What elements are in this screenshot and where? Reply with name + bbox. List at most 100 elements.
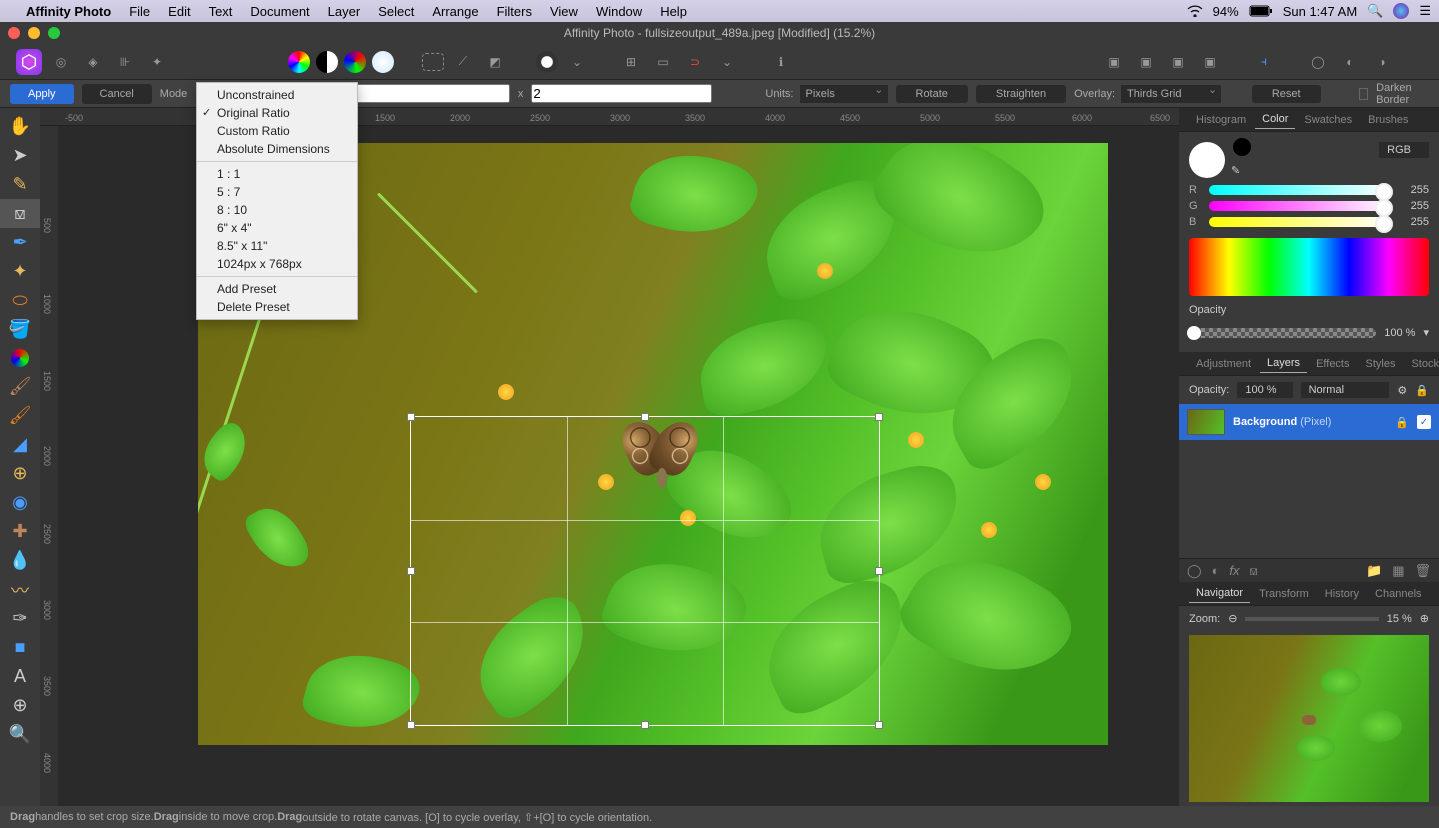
menu-select[interactable]: Select — [378, 4, 414, 19]
stamp-tool-icon[interactable]: ◉ — [0, 488, 40, 517]
pen-tool-icon[interactable]: ✑ — [0, 604, 40, 633]
menu-window[interactable]: Window — [596, 4, 642, 19]
mode-custom-ratio[interactable]: Custom Ratio — [197, 122, 357, 140]
wifi-icon[interactable] — [1187, 5, 1203, 17]
tab-navigator[interactable]: Navigator — [1189, 584, 1250, 603]
snapping-toggle-icon[interactable]: ▭ — [650, 49, 676, 75]
opacity-slider[interactable] — [1189, 328, 1376, 338]
auto-levels-icon[interactable] — [288, 51, 310, 73]
menu-layer[interactable]: Layer — [328, 4, 361, 19]
mode-original-ratio[interactable]: Original Ratio — [197, 104, 357, 122]
magnet-icon[interactable]: ⊃ — [682, 49, 708, 75]
tab-swatches[interactable]: Swatches — [1297, 111, 1359, 129]
primary-color-swatch[interactable] — [1189, 142, 1225, 178]
zoom-slider[interactable] — [1245, 617, 1378, 621]
pixel-brush-icon[interactable]: 🖌 — [0, 401, 40, 430]
text-tool-icon[interactable]: A — [0, 662, 40, 691]
tab-history[interactable]: History — [1318, 585, 1366, 603]
menu-filters[interactable]: Filters — [497, 4, 532, 19]
g-slider[interactable] — [1209, 201, 1391, 211]
assistant-icon[interactable]: ℹ — [768, 49, 794, 75]
persona-export-icon[interactable]: ✦ — [144, 49, 170, 75]
straighten-button[interactable]: Straighten — [976, 85, 1066, 103]
selection-deselect-icon[interactable]: ⟋ — [450, 49, 476, 75]
menu-file[interactable]: File — [129, 4, 150, 19]
tab-brushes[interactable]: Brushes — [1361, 111, 1415, 129]
r-slider[interactable] — [1209, 185, 1391, 195]
chevron-down-icon[interactable]: ⌄ — [564, 49, 590, 75]
selection-invert-icon[interactable]: ◩ — [482, 49, 508, 75]
paint-brush-icon[interactable]: 🖌 — [0, 372, 40, 401]
secondary-color-swatch[interactable] — [1233, 138, 1251, 156]
tab-adjustment[interactable]: Adjustment — [1189, 355, 1258, 373]
blend-mode-select[interactable]: Normal — [1301, 382, 1390, 398]
boolean-subtract-icon[interactable]: ◐ — [1337, 49, 1363, 75]
move-tool-icon[interactable]: ➤ — [0, 141, 40, 170]
traffic-lights[interactable] — [8, 27, 60, 39]
crop-tool-icon[interactable]: ⟏ — [0, 199, 40, 228]
marquee-tool-icon[interactable]: ⬭ — [0, 286, 40, 315]
chevron-down-icon[interactable]: ⌄ — [714, 49, 740, 75]
ratio-8-10[interactable]: 8 : 10 — [197, 201, 357, 219]
crop-handle-w[interactable] — [407, 567, 415, 575]
mask-icon[interactable]: ◯ — [1187, 563, 1202, 579]
quick-mask-icon[interactable] — [536, 51, 558, 73]
minimize-icon[interactable] — [28, 27, 40, 39]
smudge-tool-icon[interactable]: 〰 — [0, 575, 40, 604]
layer-row[interactable]: Background (Pixel) 🔒 ✓ — [1179, 404, 1439, 440]
tab-transform[interactable]: Transform — [1252, 585, 1316, 603]
cancel-button[interactable]: Cancel — [82, 84, 152, 104]
flood-select-icon[interactable]: ✦ — [0, 257, 40, 286]
persona-liquify-icon[interactable]: ◎ — [48, 49, 74, 75]
menu-view[interactable]: View — [550, 4, 578, 19]
ratio-1024x768[interactable]: 1024px x 768px — [197, 255, 357, 273]
auto-contrast-icon[interactable] — [316, 51, 338, 73]
crop-handle-s[interactable] — [641, 721, 649, 729]
mesh-tool-icon[interactable]: ⊕ — [0, 691, 40, 720]
layer-opacity-input[interactable]: 100 % — [1237, 382, 1292, 398]
menu-extras-icon[interactable]: ☰ — [1419, 3, 1431, 19]
reset-button[interactable]: Reset — [1252, 85, 1321, 103]
spotlight-icon[interactable]: 🔍 — [1367, 3, 1383, 19]
menu-text[interactable]: Text — [209, 4, 233, 19]
apply-button[interactable]: Apply — [10, 84, 74, 104]
siri-icon[interactable] — [1393, 3, 1409, 19]
selection-brush-icon[interactable]: ✒ — [0, 228, 40, 257]
adjustment-icon[interactable]: ◐ — [1212, 563, 1220, 578]
flood-fill-icon[interactable]: 🪣 — [0, 315, 40, 344]
rectangle-tool-icon[interactable]: ■ — [0, 633, 40, 662]
darken-checkbox[interactable] — [1359, 88, 1368, 100]
color-picker-icon[interactable]: ✎ — [0, 170, 40, 199]
arrange-forward-icon[interactable]: ▣ — [1165, 49, 1191, 75]
crop-overlay[interactable] — [410, 416, 880, 726]
layer-visible-checkbox[interactable]: ✓ — [1417, 415, 1431, 429]
color-spectrum[interactable] — [1189, 238, 1429, 296]
arrange-back-icon[interactable]: ▣ — [1101, 49, 1127, 75]
selection-marquee-icon[interactable] — [422, 53, 444, 71]
persona-develop-icon[interactable]: ◈ — [80, 49, 106, 75]
navigator-thumbnail[interactable] — [1189, 635, 1429, 802]
auto-colors-icon[interactable] — [344, 51, 366, 73]
gear-icon[interactable]: ⚙ — [1397, 384, 1407, 397]
persona-tonemap-icon[interactable]: ⊪ — [112, 49, 138, 75]
healing-brush-icon[interactable]: ✚ — [0, 517, 40, 546]
chevron-down-icon[interactable]: ▾ — [1423, 326, 1429, 339]
close-icon[interactable] — [8, 27, 20, 39]
arrange-front-icon[interactable]: ▣ — [1197, 49, 1223, 75]
crop-handle-nw[interactable] — [407, 413, 415, 421]
blur-tool-icon[interactable]: 💧 — [0, 546, 40, 575]
zoom-out-icon[interactable]: ⊖ — [1228, 612, 1237, 625]
auto-wb-icon[interactable] — [372, 51, 394, 73]
crop-handle-ne[interactable] — [875, 413, 883, 421]
mode-unconstrained[interactable]: Unconstrained — [197, 86, 357, 104]
menu-edit[interactable]: Edit — [168, 4, 190, 19]
zoom-in-icon[interactable]: ⊕ — [1420, 612, 1429, 625]
boolean-add-icon[interactable]: ◯ — [1305, 49, 1331, 75]
crop-handle-e[interactable] — [875, 567, 883, 575]
tab-layers[interactable]: Layers — [1260, 354, 1307, 373]
ratio-5-7[interactable]: 5 : 7 — [197, 183, 357, 201]
add-layer-icon[interactable]: ▦ — [1392, 563, 1404, 579]
tab-effects[interactable]: Effects — [1309, 355, 1356, 373]
boolean-intersect-icon[interactable]: ◑ — [1369, 49, 1395, 75]
arrange-backward-icon[interactable]: ▣ — [1133, 49, 1159, 75]
